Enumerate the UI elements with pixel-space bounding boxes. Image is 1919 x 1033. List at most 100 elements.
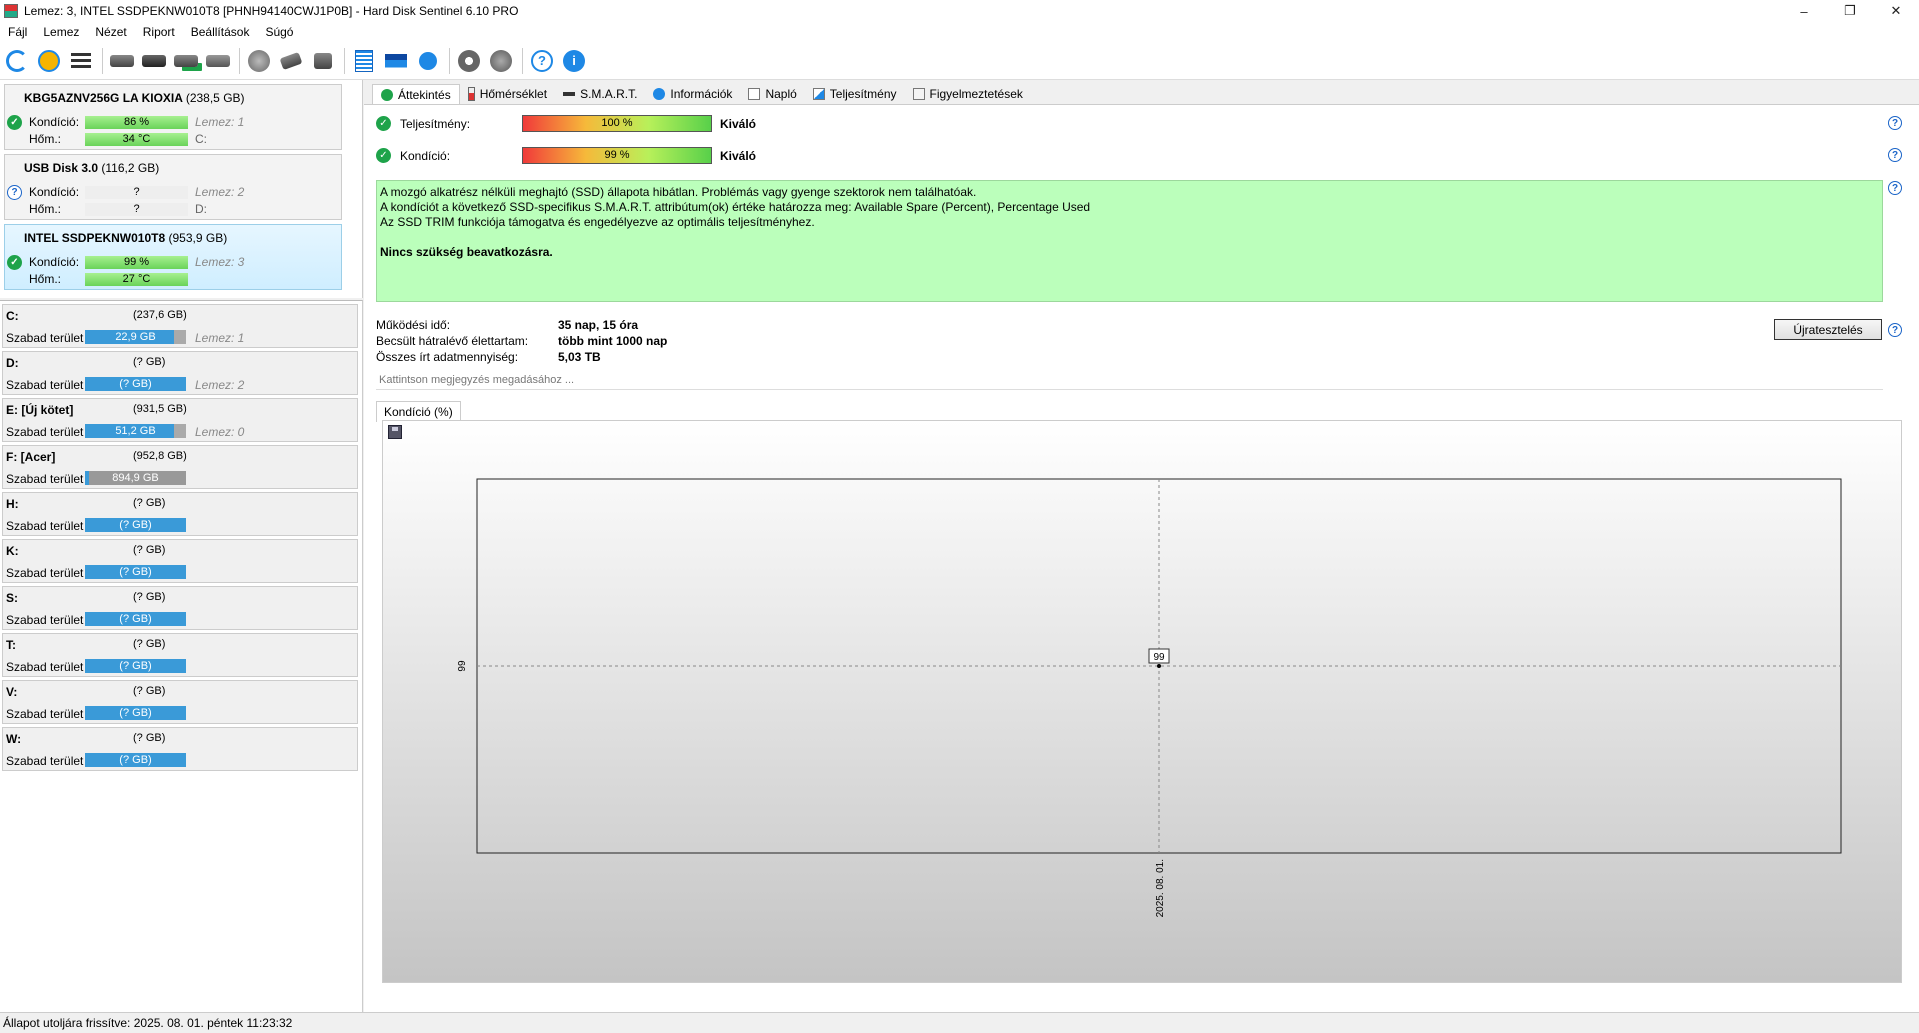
free-space-bar: (? GB) (85, 565, 186, 579)
temperature-label: Hőm.: (29, 272, 62, 286)
volume-item[interactable]: T: (? GB) Szabad terület (? GB) (2, 633, 358, 677)
volume-item[interactable]: W: (? GB) Szabad terület (? GB) (2, 727, 358, 771)
volume-name: D: (6, 356, 19, 370)
menu-bar: Fájl Lemez Nézet Riport Beállítások Súgó (0, 22, 1919, 42)
lifetime-value: több mint 1000 nap (558, 334, 668, 348)
menu-settings[interactable]: Beállítások (183, 25, 258, 39)
free-space-label: Szabad terület (6, 566, 84, 580)
condition-rating: Kiváló (720, 148, 757, 163)
menu-report[interactable]: Riport (135, 25, 183, 39)
menu-disk[interactable]: Lemez (35, 25, 87, 39)
volume-size: (? GB) (133, 497, 166, 509)
volume-item[interactable]: V: (? GB) Szabad terület (? GB) (2, 680, 358, 724)
disk-size: (238,5 GB) (185, 91, 245, 105)
maximize-button[interactable]: ❐ (1827, 0, 1873, 22)
disk-card[interactable]: USB Disk 3.0 (116,2 GB) ? Kondíció: ? Le… (4, 154, 342, 220)
temperature-label: Hőm.: (29, 132, 62, 146)
tab-bar: Áttekintés Hőmérséklet S.M.A.R.T. Inform… (372, 83, 1031, 105)
minimize-button[interactable]: – (1781, 0, 1827, 22)
condition-meter: 99 % (522, 147, 712, 164)
free-space-bar: (? GB) (85, 612, 186, 626)
temperature-label: Hőm.: (29, 202, 62, 216)
menu-view[interactable]: Nézet (87, 25, 134, 39)
disk-card[interactable]: KBG5AZNV256G LA KIOXIA (238,5 GB) ✓ Kond… (4, 84, 342, 150)
disk-list-icon[interactable] (68, 48, 94, 74)
disk-tools-icon[interactable] (205, 48, 231, 74)
backup-icon[interactable] (310, 48, 336, 74)
disk-schedule-icon[interactable] (141, 48, 167, 74)
sound-icon[interactable] (488, 48, 514, 74)
refresh-warning-icon[interactable] (36, 48, 62, 74)
tab-performance[interactable]: Teljesítmény (805, 84, 905, 104)
condition-label: Kondíció: (29, 255, 80, 269)
help-icon[interactable]: ? (1888, 181, 1902, 195)
volume-item[interactable]: S: (? GB) Szabad terület (? GB) (2, 586, 358, 630)
volume-disk: Lemez: 2 (195, 378, 245, 392)
tab-label: Teljesítmény (829, 87, 897, 101)
usb-drive-icon[interactable] (278, 48, 304, 74)
tab-alerts[interactable]: Figyelmeztetések (905, 84, 1031, 104)
volume-item[interactable]: C: (237,6 GB) Szabad terület 22,9 GB Lem… (2, 304, 358, 348)
menu-help[interactable]: Súgó (257, 25, 301, 39)
written-label: Összes írt adatmennyiség: (376, 350, 519, 364)
disk-name: INTEL SSDPEKNW010T8 (953,9 GB) (24, 231, 227, 245)
tab-information[interactable]: Információk (645, 84, 740, 104)
volume-item[interactable]: H: (? GB) Szabad terület (? GB) (2, 492, 358, 536)
unknown-status-icon: ? (7, 185, 22, 200)
close-button[interactable]: ✕ (1873, 0, 1919, 22)
refresh-icon[interactable] (4, 48, 30, 74)
disk-stats: Működési idő: 35 nap, 15 óra Becsült hátr… (376, 317, 667, 365)
volume-item[interactable]: E: [Új kötet] (931,5 GB) Szabad terület … (2, 398, 358, 442)
message-line: Az SSD TRIM funkciója támogatva és enged… (380, 215, 815, 229)
condition-bar: 99 % (85, 256, 188, 269)
volume-item[interactable]: K: (? GB) Szabad terület (? GB) (2, 539, 358, 583)
disk-info-icon[interactable] (109, 48, 135, 74)
drive-letter: D: (195, 202, 207, 216)
tab-label: Hőmérséklet (479, 87, 548, 101)
about-icon[interactable]: i (561, 48, 587, 74)
condition-chart: 99 99 2025. 08. 01. (382, 420, 1902, 983)
help-icon[interactable]: ? (1888, 148, 1902, 162)
menu-file[interactable]: Fájl (0, 25, 35, 39)
tab-condition-chart[interactable]: Kondíció (%) (376, 401, 461, 422)
help-icon[interactable]: ? (1888, 116, 1902, 130)
email-icon[interactable] (383, 48, 409, 74)
toolbar-separator (239, 47, 240, 74)
gear-icon[interactable] (456, 48, 482, 74)
condition-bar: 86 % (85, 116, 188, 129)
send-report-icon[interactable] (415, 48, 441, 74)
disk-card-selected[interactable]: INTEL SSDPEKNW010T8 (953,9 GB) ✓ Kondíci… (4, 224, 342, 290)
condition-row: ✓ Kondíció: 99 % Kiváló (376, 147, 756, 164)
disk-size: (116,2 GB) (101, 161, 160, 175)
volume-size: (? GB) (133, 356, 166, 368)
data-point (1157, 664, 1161, 668)
tab-label: Áttekintés (398, 87, 451, 102)
volume-disk: Lemez: 0 (195, 425, 245, 439)
window-title: Lemez: 3, INTEL SSDPEKNW010T8 [PHNH94140… (24, 4, 519, 18)
tab-temperature[interactable]: Hőmérséklet (460, 84, 555, 104)
tab-smart[interactable]: S.M.A.R.T. (555, 84, 645, 104)
ok-status-icon: ✓ (7, 115, 22, 130)
help-icon[interactable]: ? (529, 48, 555, 74)
performance-rating: Kiváló (720, 116, 757, 131)
temperature-bar: 27 °C (85, 273, 188, 286)
disk-number: Lemez: 1 (195, 115, 245, 129)
free-space-label: Szabad terület (6, 519, 84, 533)
volume-item[interactable]: D: (? GB) Szabad terület (? GB) Lemez: 2 (2, 351, 358, 395)
disk-check-icon[interactable] (173, 48, 199, 74)
ok-status-icon: ✓ (376, 148, 391, 163)
drive-letter: C: (195, 132, 207, 146)
message-action: Nincs szükség beavatkozásra. (380, 245, 553, 259)
message-line: A kondíciót a következő SSD-specifikus S… (380, 200, 1091, 214)
volume-item[interactable]: F: [Acer] (952,8 GB) Szabad terület 894,… (2, 445, 358, 489)
surface-test-icon[interactable] (246, 48, 272, 74)
chart-svg: 99 99 2025. 08. 01. (457, 478, 1842, 917)
condition-label: Kondíció: (400, 148, 451, 163)
retest-button[interactable]: Újratesztelés (1774, 319, 1882, 340)
help-icon[interactable]: ? (1888, 323, 1902, 337)
note-input[interactable]: Kattintson megjegyzés megadásához ... (376, 372, 1883, 390)
tab-log[interactable]: Napló (740, 84, 804, 104)
tab-label: Napló (765, 87, 797, 101)
report-icon[interactable] (351, 48, 377, 74)
tab-overview[interactable]: Áttekintés (372, 83, 460, 105)
